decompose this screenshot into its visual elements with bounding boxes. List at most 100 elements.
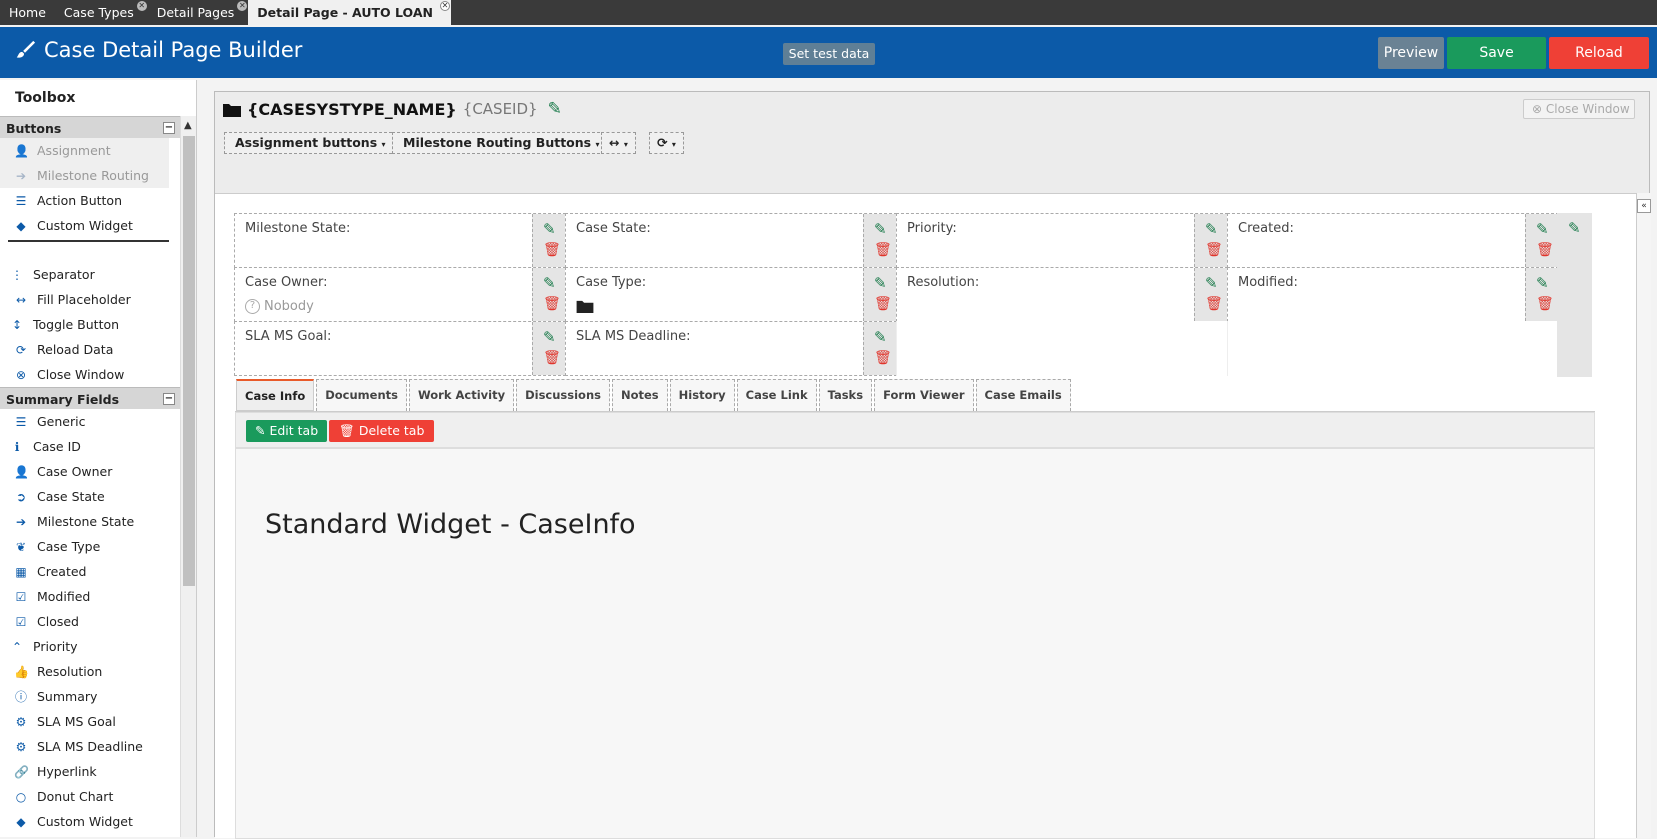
tab-case-link[interactable]: Case Link [736, 379, 817, 411]
save-button[interactable]: Save [1447, 37, 1546, 69]
trash-icon[interactable]: 🗑 [543, 296, 561, 312]
toolbox-item-assignment[interactable]: 👤 Assignment [0, 138, 169, 163]
tab-case-info[interactable]: Case Info [236, 379, 315, 411]
reload-dropdown[interactable]: ⟳ ▾ [649, 132, 684, 154]
field-label: Milestone State: [245, 221, 351, 236]
assignment-buttons-dropdown[interactable]: Assignment buttons ▾ [224, 132, 397, 154]
milestone-routing-buttons-dropdown[interactable]: Milestone Routing Buttons ▾ [392, 132, 611, 154]
delete-tab-button[interactable]: 🗑 Delete tab [329, 420, 435, 442]
set-test-data-button[interactable]: Set test data [783, 43, 875, 65]
field-milestone-state[interactable]: Milestone State: ✎ 🗑 [234, 213, 566, 268]
trash-icon[interactable]: 🗑 [874, 242, 892, 258]
close-icon[interactable]: ✕ [237, 1, 248, 11]
close-icon[interactable]: ✕ [439, 1, 450, 11]
field-case-state[interactable]: Case State: ✎ 🗑 [565, 213, 897, 268]
tab-form-viewer[interactable]: Form Viewer [874, 379, 974, 411]
pencil-icon[interactable]: ✎ [548, 99, 562, 119]
toolbox-item-summary[interactable]: ⓘ Summary [0, 684, 180, 709]
tab-detail-page-auto-loan[interactable]: Detail Page - AUTO LOAN ✕ [248, 0, 451, 25]
toolbox-item-generic[interactable]: ☰ Generic [0, 409, 180, 434]
toolbox-item-resolution[interactable]: 👍 Resolution [0, 659, 180, 684]
trash-icon[interactable]: 🗑 [1205, 242, 1223, 258]
trash-icon[interactable]: 🗑 [1205, 296, 1223, 312]
trash-icon[interactable]: 🗑 [1536, 296, 1554, 312]
toolbox-item-milestone-state[interactable]: ➔ Milestone State [0, 509, 180, 534]
tab-history[interactable]: History [669, 379, 735, 411]
field-case-type[interactable]: Case Type: ✎ 🗑 [565, 267, 897, 322]
field-priority[interactable]: Priority: ✎ 🗑 [896, 213, 1228, 268]
tab-tasks[interactable]: Tasks [818, 379, 873, 411]
pencil-icon[interactable]: ✎ [874, 274, 887, 292]
section-buttons[interactable]: Buttons − [0, 116, 180, 138]
toolbox-item-reload-data[interactable]: ⟳ Reload Data [0, 337, 180, 362]
toolbox-item-case-owner[interactable]: 👤 Case Owner [0, 459, 180, 484]
scrollbar-thumb[interactable] [183, 136, 195, 586]
double-chevron-left-icon[interactable]: « [1637, 199, 1651, 213]
tab-case-types[interactable]: Case Types ✕ [55, 0, 148, 25]
pencil-icon[interactable]: ✎ [543, 328, 556, 346]
field-modified[interactable]: Modified: ✎ 🗑 [1227, 267, 1559, 322]
field-case-owner[interactable]: Case Owner:? Nobody ✎ 🗑 [234, 267, 566, 322]
pencil-icon[interactable]: ✎ [1205, 274, 1218, 292]
tab-home[interactable]: Home [0, 0, 55, 25]
toolbox-item-action-button[interactable]: ☰ Action Button [0, 188, 180, 213]
section-summary-fields[interactable]: Summary Fields − [0, 387, 180, 409]
pencil-icon[interactable]: ✎ [543, 274, 556, 292]
field-resolution[interactable]: Resolution: ✎ 🗑 [896, 267, 1228, 322]
close-icon[interactable]: ✕ [136, 1, 147, 11]
toolbox-item-hyperlink[interactable]: 🔗 Hyperlink [0, 759, 180, 784]
toolbox-item-donut-chart[interactable]: ○ Donut Chart [0, 784, 180, 809]
toolbox-scrollbar[interactable]: ▲ [180, 116, 196, 837]
trash-icon[interactable]: 🗑 [1536, 242, 1554, 258]
scroll-up-icon[interactable]: ▲ [184, 120, 192, 131]
tab-detail-pages[interactable]: Detail Pages ✕ [148, 0, 249, 25]
toolbox-item-priority[interactable]: ⌃ Priority [0, 634, 180, 659]
field-sla-ms-goal[interactable]: SLA MS Goal: ✎ 🗑 [234, 321, 566, 376]
toolbox-item-custom-widget-2[interactable]: ◆ Custom Widget [0, 809, 180, 834]
trash-icon[interactable]: 🗑 [874, 350, 892, 366]
toolbox-item-case-state[interactable]: ➲ Case State [0, 484, 180, 509]
edit-tab-button[interactable]: ✎ Edit tab [246, 420, 328, 442]
pencil-icon[interactable]: ✎ [874, 328, 887, 346]
reload-button[interactable]: Reload [1549, 37, 1649, 69]
toolbox-item-created[interactable]: ▦ Created [0, 559, 180, 584]
trash-icon[interactable]: 🗑 [543, 242, 561, 258]
pencil-icon[interactable]: ✎ [874, 220, 887, 238]
toolbox-item-separator[interactable]: ⋮ Separator [0, 262, 180, 287]
pencil-icon[interactable]: ✎ [1205, 220, 1218, 238]
toolbox-item-case-id[interactable]: ℹ Case ID [0, 434, 180, 459]
toolbox-item-toggle-button[interactable]: ↕ Toggle Button [0, 312, 180, 337]
close-window-button[interactable]: ⊗ Close Window [1523, 99, 1635, 119]
toolbox-item-milestone-routing[interactable]: ➔ Milestone Routing [0, 163, 169, 188]
field-created[interactable]: Created: ✎ 🗑 [1227, 213, 1559, 268]
tab-work-activity[interactable]: Work Activity [408, 379, 515, 411]
tab-discussions[interactable]: Discussions [516, 379, 610, 411]
thumbs-up-icon: 👍 [14, 664, 29, 679]
tab-documents[interactable]: Documents [316, 379, 407, 411]
toolbox-item-modified[interactable]: ☑ Modified [0, 584, 180, 609]
pencil-icon[interactable]: ✎ [543, 220, 556, 238]
pencil-icon[interactable]: ✎ [1536, 274, 1549, 292]
field-actions: ✎ 🗑 [1525, 268, 1558, 321]
caret-down-icon: ▾ [623, 140, 628, 149]
toolbox-item-case-type[interactable]: ❦ Case Type [0, 534, 180, 559]
toolbox-item-custom-widget[interactable]: ◆ Custom Widget [0, 213, 180, 238]
toolbox-item-closed[interactable]: ☑ Closed [0, 609, 180, 634]
collapse-icon[interactable]: − [163, 122, 175, 134]
pencil-icon[interactable]: ✎ [1536, 220, 1549, 238]
toolbox-item-sla-ms-deadline[interactable]: ⚙ SLA MS Deadline [0, 734, 180, 759]
toolbox-item-close-window[interactable]: ⊗ Close Window [0, 362, 180, 387]
tab-case-emails[interactable]: Case Emails [975, 379, 1071, 411]
field-sla-ms-deadline[interactable]: SLA MS Deadline: ✎ 🗑 [565, 321, 897, 376]
toolbox-item-sla-ms-goal[interactable]: ⚙ SLA MS Goal [0, 709, 180, 734]
preview-button[interactable]: Preview [1378, 37, 1444, 69]
tab-notes[interactable]: Notes [611, 379, 668, 411]
trash-icon[interactable]: 🗑 [543, 350, 561, 366]
toolbox-item-fill-placeholder[interactable]: ↔ Fill Placeholder [0, 287, 180, 312]
trash-icon[interactable]: 🗑 [874, 296, 892, 312]
collapse-icon[interactable]: − [163, 393, 175, 405]
fill-placeholder-dropdown[interactable]: ↔ ▾ [601, 132, 636, 154]
item-label: Milestone State [37, 514, 135, 529]
pencil-icon[interactable]: ✎ [1568, 219, 1581, 237]
field-label: SLA MS Deadline: [576, 329, 691, 344]
